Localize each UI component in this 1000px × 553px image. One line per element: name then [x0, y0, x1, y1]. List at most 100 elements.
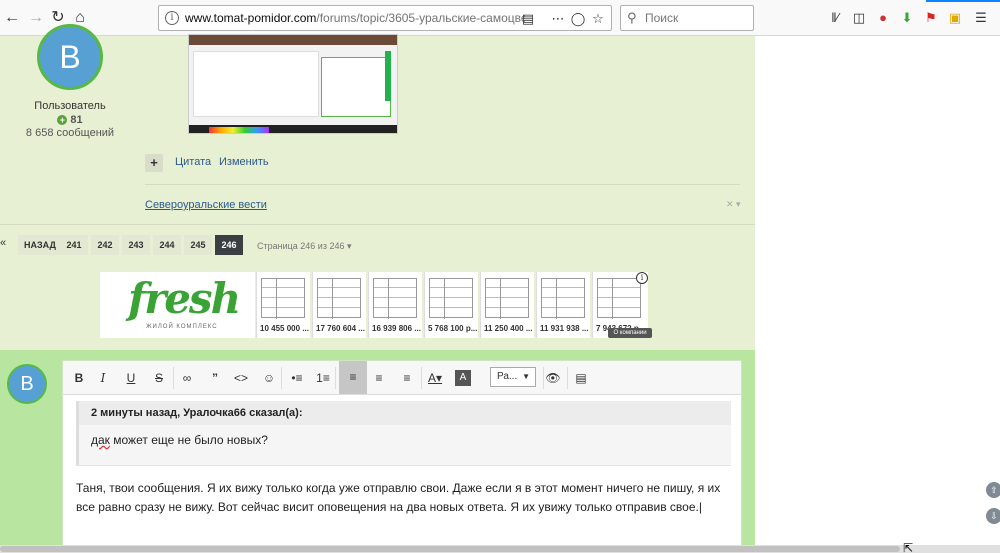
signature-link[interactable]: Североуральские вести — [145, 199, 267, 211]
page-info-dropdown[interactable]: Страница 246 из 246 ▾ — [257, 241, 352, 252]
reply-section: B B I U S ∞ ” <> ☺ •≡ 1≡ ≡ ≡ ≡ A▾ A Ра..… — [0, 350, 755, 553]
page-242[interactable]: 242 — [91, 235, 119, 255]
code-icon[interactable]: <> — [229, 367, 253, 389]
scroll-up-icon[interactable]: ⇧ — [986, 482, 1000, 498]
first-page-icon[interactable]: « — [0, 237, 6, 249]
download-icon[interactable]: ⬇ — [898, 9, 916, 27]
edit-link[interactable]: Изменить — [219, 156, 269, 168]
floor-plan-image — [429, 278, 473, 319]
floor-plan-image — [541, 278, 585, 319]
menu-icon[interactable]: ☰ — [972, 9, 990, 27]
url-path: /forums/topic/3605-уральские-самоцвет — [316, 11, 525, 25]
font-select-value: Ра... — [497, 371, 518, 382]
pagination: « НАЗАД 241 242 243 244 245 246 Страница… — [0, 224, 755, 272]
quote-icon[interactable]: ” — [203, 367, 227, 389]
quote-link[interactable]: Цитата — [175, 156, 211, 168]
editor-toolbar: B I U S ∞ ” <> ☺ •≡ 1≡ ≡ ≡ ≡ A▾ A Ра... ▼ — [63, 361, 741, 395]
background-color-icon[interactable]: A — [455, 370, 471, 386]
quote-header: 2 минуты назад, Уралочка66 сказал(а): — [79, 401, 731, 425]
prev-page-button[interactable]: НАЗАД — [18, 235, 62, 255]
ad-logo[interactable]: fresh ЖИЛОЙ КОМПЛЕКС — [100, 272, 255, 338]
mouse-cursor-icon: ⇱ — [903, 541, 914, 553]
plus-circle-icon: + — [57, 115, 68, 125]
bullet-list-icon[interactable]: •≡ — [285, 367, 309, 389]
ad-banner: fresh ЖИЛОЙ КОМПЛЕКС 10 455 000 ... 17 7… — [0, 272, 755, 350]
emoji-icon[interactable]: ☺ — [257, 367, 281, 389]
search-icon: ⚲ — [627, 10, 637, 25]
page-244[interactable]: 244 — [153, 235, 181, 255]
quote-text: может еще не было новых? — [109, 433, 268, 447]
pocket-icon[interactable]: ◯ — [569, 10, 587, 28]
browser-toolbar: ← → ↻ ⌂ i www.tomat-pomidor.com/forums/t… — [0, 0, 1000, 36]
floor-plan-image — [317, 278, 361, 319]
divider — [145, 184, 740, 185]
ad-item[interactable]: 17 760 604 ... — [312, 272, 366, 338]
reply-editor[interactable]: B I U S ∞ ” <> ☺ •≡ 1≡ ≡ ≡ ≡ A▾ A Ра... ▼ — [62, 360, 742, 553]
ad-item[interactable]: 10 455 000 ... — [256, 272, 310, 338]
scrollbar-thumb[interactable] — [0, 546, 900, 552]
bold-button[interactable]: B — [67, 367, 91, 389]
text-color-icon[interactable]: A▾ — [423, 367, 447, 389]
align-right-icon[interactable]: ≡ — [395, 367, 419, 389]
sidebar-icon[interactable]: ◫ — [850, 9, 868, 27]
user-name[interactable]: Пользователь — [20, 100, 120, 112]
reader-view-icon[interactable]: ▤ — [519, 10, 537, 28]
align-center-icon[interactable]: ≡ — [367, 367, 391, 389]
ad-item[interactable]: 16 939 806 ... — [368, 272, 422, 338]
plus-button[interactable]: + — [145, 154, 163, 172]
font-select[interactable]: Ра... ▼ — [490, 367, 536, 387]
quote-body: дак может еще не было новых? — [91, 433, 268, 447]
scroll-down-icon[interactable]: ⇩ — [986, 508, 1000, 524]
forward-icon[interactable]: → — [24, 6, 48, 30]
link-icon[interactable]: ∞ — [175, 367, 199, 389]
reply-text[interactable]: Таня, твои сообщения. Я их вижу только к… — [76, 479, 736, 517]
page-actions-icon[interactable]: ⋯ — [549, 10, 567, 28]
italic-button[interactable]: I — [91, 367, 115, 389]
avatar[interactable]: B — [37, 24, 103, 90]
reply-avatar: B — [7, 364, 47, 404]
ad-price: 17 760 604 ... — [316, 324, 365, 333]
ad-company-tag[interactable]: О компании — [608, 328, 652, 338]
page-241[interactable]: 241 — [60, 235, 88, 255]
preview-eye-icon[interactable]: 👁 — [541, 367, 565, 389]
page-245[interactable]: 245 — [184, 235, 212, 255]
url-text[interactable]: www.tomat-pomidor.com/forums/topic/3605-… — [185, 11, 525, 25]
ad-item[interactable]: 5 768 100 р... — [424, 272, 478, 338]
page-243[interactable]: 243 — [122, 235, 150, 255]
attached-screenshot[interactable] — [188, 34, 398, 134]
bookmark-star-icon[interactable]: ☆ — [589, 10, 607, 28]
back-icon[interactable]: ← — [0, 6, 24, 30]
ad-subtitle: ЖИЛОЙ КОМПЛЕКС — [146, 324, 218, 330]
library-icon[interactable]: ‖⁄ — [826, 9, 844, 27]
strikethrough-button[interactable]: S — [147, 367, 171, 389]
horizontal-scrollbar[interactable] — [0, 545, 1000, 553]
search-box[interactable]: ⚲ — [620, 5, 754, 31]
extension-icon[interactable]: ▣ — [946, 9, 964, 27]
ad-item[interactable]: 11 931 938 ... — [536, 272, 590, 338]
ad-price: 16 939 806 ... — [372, 324, 421, 333]
site-info-icon[interactable]: i — [165, 11, 179, 25]
preview-document-icon[interactable]: ▤ — [569, 367, 593, 389]
ad-item[interactable]: 11 250 400 ... — [480, 272, 534, 338]
page-246-current[interactable]: 246 — [215, 235, 243, 255]
extension-colors-icon[interactable]: ● — [874, 9, 892, 27]
ad-price: 5 768 100 р... — [428, 324, 478, 333]
floor-plan-image — [261, 278, 305, 319]
page-content: B Пользователь + 81 8 658 сообщений + Ци… — [0, 24, 1000, 553]
bookmark-flag-icon[interactable]: ⚑ — [922, 9, 940, 27]
address-bar[interactable]: i www.tomat-pomidor.com/forums/topic/360… — [158, 5, 612, 31]
floor-plan-image — [485, 278, 529, 319]
numbered-list-icon[interactable]: 1≡ — [311, 367, 335, 389]
url-host: www.tomat-pomidor.com — [185, 11, 317, 25]
ad-info-icon[interactable]: i — [636, 272, 648, 284]
search-input[interactable] — [645, 10, 745, 26]
reputation-value: 81 — [70, 114, 83, 126]
ad-price: 10 455 000 ... — [260, 324, 309, 333]
align-left-icon[interactable]: ≡ — [339, 361, 367, 394]
ad-price: 11 250 400 ... — [484, 324, 533, 333]
active-tab-indicator — [926, 0, 1000, 2]
underline-button[interactable]: U — [119, 367, 143, 389]
signature-close-icon[interactable]: ✕ ▾ — [726, 199, 741, 210]
forum-post: B Пользователь + 81 8 658 сообщений + Ци… — [0, 24, 755, 224]
floor-plan-image — [373, 278, 417, 319]
